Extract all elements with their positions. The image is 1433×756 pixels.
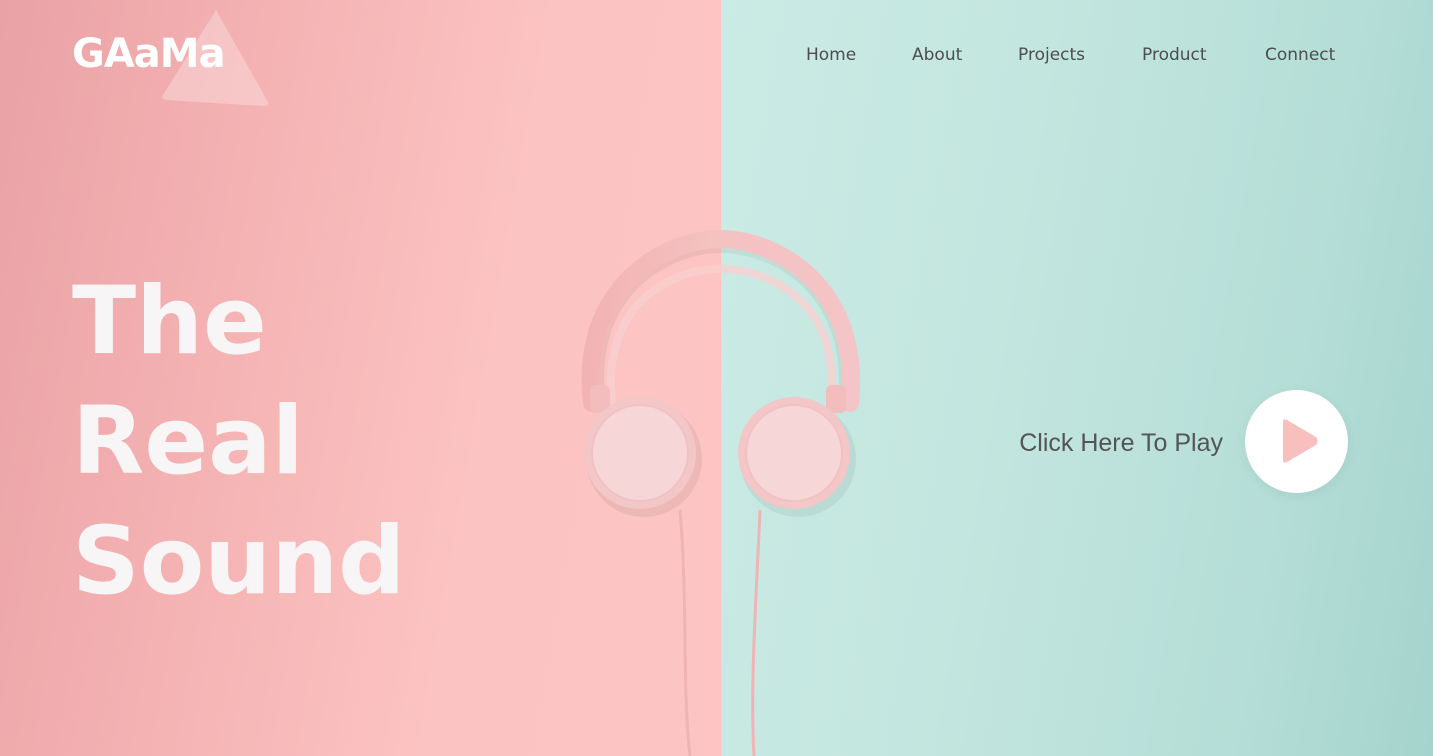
hero-section: GAaMa Home About Projects Product Connec… — [0, 0, 1433, 756]
brand-logo[interactable]: GAaMa — [72, 28, 226, 80]
hero-headline: The Real Sound — [72, 262, 405, 622]
nav-link-product[interactable]: Product — [1142, 43, 1207, 67]
headline-line-1: The — [72, 267, 267, 376]
nav-link-home[interactable]: Home — [806, 43, 856, 67]
play-icon — [1283, 419, 1318, 463]
nav-link-about[interactable]: About — [912, 43, 962, 67]
headphones-image — [581, 229, 861, 756]
headline-line-2: Real — [72, 387, 304, 496]
headline-line-3: Sound — [72, 507, 406, 616]
nav-link-projects[interactable]: Projects — [1018, 43, 1085, 67]
play-button[interactable] — [1245, 390, 1348, 493]
play-label[interactable]: Click Here To Play — [1019, 427, 1223, 459]
main-nav: Home About Projects Product Connect — [780, 43, 1380, 67]
nav-link-connect[interactable]: Connect — [1265, 43, 1335, 67]
